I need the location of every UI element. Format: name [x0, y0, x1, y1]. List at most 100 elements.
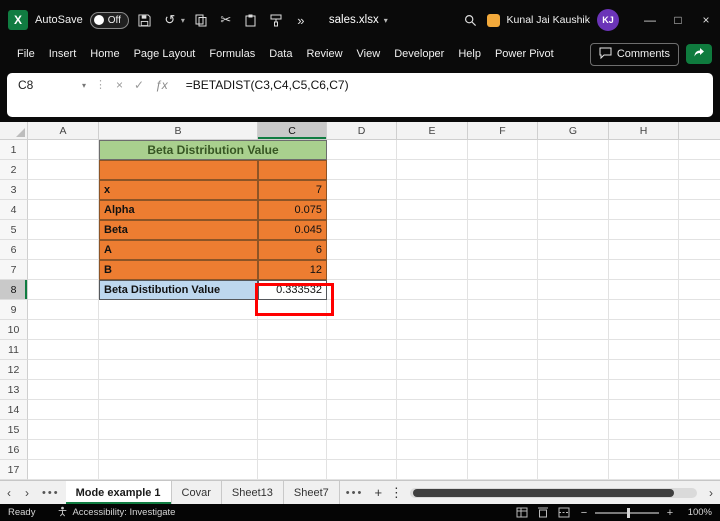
cell-B3[interactable]: x [99, 180, 258, 200]
insert-function-icon[interactable]: ƒx [155, 78, 168, 92]
cell-A6[interactable] [28, 240, 99, 260]
cell-G5[interactable] [538, 220, 609, 240]
comments-button[interactable]: Comments [589, 42, 679, 66]
cell-H8[interactable] [609, 280, 679, 300]
cut-icon[interactable]: ✂ [217, 9, 235, 31]
cell-D7[interactable] [327, 260, 397, 280]
cell-G12[interactable] [538, 360, 609, 380]
row-header-16[interactable]: 16 [0, 440, 28, 460]
cell-B2[interactable] [99, 160, 258, 180]
cell-A10[interactable] [28, 320, 99, 340]
cell-D2[interactable] [327, 160, 397, 180]
cell-F15[interactable] [468, 420, 538, 440]
cell-A16[interactable] [28, 440, 99, 460]
cell-H4[interactable] [609, 200, 679, 220]
cell-E8[interactable] [397, 280, 468, 300]
cell-A2[interactable] [28, 160, 99, 180]
sheet-tab-sheet7[interactable]: Sheet7 [284, 481, 340, 504]
more-commands-chevron[interactable]: » [292, 9, 310, 31]
cell-C4[interactable]: 0.075 [258, 200, 327, 220]
cell-B16[interactable] [99, 440, 258, 460]
cell-E13[interactable] [397, 380, 468, 400]
cell-C6[interactable]: 6 [258, 240, 327, 260]
cell-E1[interactable] [397, 140, 468, 160]
cell-D11[interactable] [327, 340, 397, 360]
cell-E11[interactable] [397, 340, 468, 360]
cell-A3[interactable] [28, 180, 99, 200]
cell-F17[interactable] [468, 460, 538, 480]
cell-D8[interactable] [327, 280, 397, 300]
enter-icon[interactable]: ✓ [134, 78, 144, 92]
cell-D4[interactable] [327, 200, 397, 220]
cell-C7[interactable]: 12 [258, 260, 327, 280]
row-header-14[interactable]: 14 [0, 400, 28, 420]
cell-F2[interactable] [468, 160, 538, 180]
cell-D15[interactable] [327, 420, 397, 440]
cell-F12[interactable] [468, 360, 538, 380]
cell-G7[interactable] [538, 260, 609, 280]
cell-G10[interactable] [538, 320, 609, 340]
scrollbar-track[interactable] [410, 487, 697, 498]
cell-E14[interactable] [397, 400, 468, 420]
cell-B11[interactable] [99, 340, 258, 360]
cell-A1[interactable] [28, 140, 99, 160]
cell-C2[interactable] [258, 160, 327, 180]
row-header-5[interactable]: 5 [0, 220, 28, 240]
row-header-15[interactable]: 15 [0, 420, 28, 440]
cell-D5[interactable] [327, 220, 397, 240]
cell-E7[interactable] [397, 260, 468, 280]
cell-F3[interactable] [468, 180, 538, 200]
cell-B15[interactable] [99, 420, 258, 440]
row-header-13[interactable]: 13 [0, 380, 28, 400]
cell-G16[interactable] [538, 440, 609, 460]
ribbon-tab-page-layout[interactable]: Page Layout [127, 44, 203, 64]
search-icon[interactable] [462, 9, 480, 31]
cell-A15[interactable] [28, 420, 99, 440]
cell-E6[interactable] [397, 240, 468, 260]
cell-B13[interactable] [99, 380, 258, 400]
column-header-B[interactable]: B [99, 122, 258, 140]
undo-dropdown-chevron[interactable]: ▾ [181, 16, 185, 25]
cell-H14[interactable] [609, 400, 679, 420]
cell-F4[interactable] [468, 200, 538, 220]
cell-E9[interactable] [397, 300, 468, 320]
cell-D13[interactable] [327, 380, 397, 400]
accessibility-status[interactable]: Accessibility: Investigate [57, 506, 175, 520]
page-layout-view-icon[interactable] [537, 507, 549, 518]
cell-D6[interactable] [327, 240, 397, 260]
row-header-10[interactable]: 10 [0, 320, 28, 340]
cell-H12[interactable] [609, 360, 679, 380]
cell-G1[interactable] [538, 140, 609, 160]
new-sheet-button[interactable]: + [369, 485, 387, 500]
sheet-tab-mode-example-1[interactable]: Mode example 1 [65, 481, 172, 504]
column-header-H[interactable]: H [609, 122, 679, 140]
ribbon-tab-review[interactable]: Review [299, 44, 349, 64]
formula-bar-grip-icon[interactable]: ⋮ [93, 73, 108, 91]
cell-D9[interactable] [327, 300, 397, 320]
row-header-8[interactable]: 8 [0, 280, 28, 300]
close-button[interactable]: × [692, 0, 720, 40]
paste-icon[interactable] [242, 9, 260, 31]
cell-F1[interactable] [468, 140, 538, 160]
cell-H3[interactable] [609, 180, 679, 200]
cell-F16[interactable] [468, 440, 538, 460]
cell-C15[interactable] [258, 420, 327, 440]
zoom-in-button[interactable]: + [665, 507, 675, 519]
cell-E16[interactable] [397, 440, 468, 460]
cell-C5[interactable]: 0.045 [258, 220, 327, 240]
cell-G6[interactable] [538, 240, 609, 260]
cell-B6[interactable]: A [99, 240, 258, 260]
zoom-slider[interactable] [595, 507, 659, 518]
cell-D16[interactable] [327, 440, 397, 460]
cell-C9[interactable] [258, 300, 327, 320]
name-box[interactable]: C8 ▾ [7, 73, 93, 92]
cell-B1[interactable]: Beta Distribution Value [99, 140, 327, 160]
undo-icon[interactable]: ↺ [161, 9, 179, 31]
cell-C14[interactable] [258, 400, 327, 420]
cell-A13[interactable] [28, 380, 99, 400]
cell-G8[interactable] [538, 280, 609, 300]
cell-F6[interactable] [468, 240, 538, 260]
ribbon-tab-insert[interactable]: Insert [42, 44, 84, 64]
sheet-tab-sheet13[interactable]: Sheet13 [222, 481, 284, 504]
cell-H6[interactable] [609, 240, 679, 260]
